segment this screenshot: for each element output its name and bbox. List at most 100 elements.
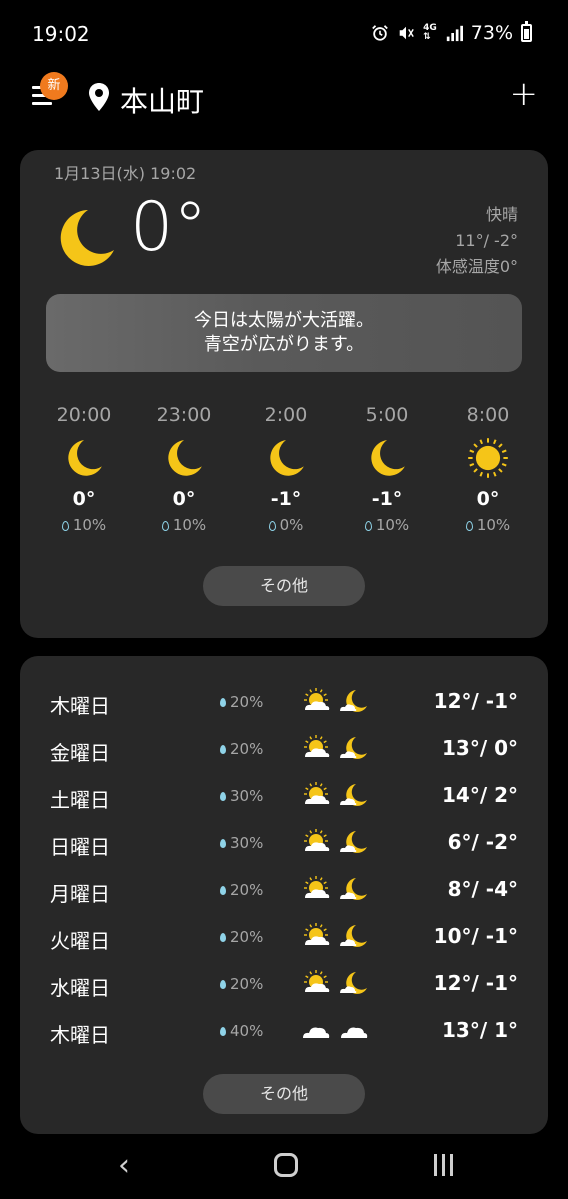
- moon-icon: [134, 434, 234, 482]
- moon-cloud-icon: [338, 686, 370, 720]
- hourly-forecast: 20:00 0° 10% 23:00 0° 10% 2:00 -1° 0% 5:00 -1° 10% 8…: [20, 404, 548, 544]
- battery-icon: [521, 21, 532, 42]
- daily-forecast-card: 木曜日 20% 12°/ -1° 金曜日 20% 13°/ 0° 土曜日 30% 14°/ 2°…: [20, 656, 548, 1134]
- sun-cloud-icon: [300, 780, 332, 814]
- raindrop-icon: [465, 521, 473, 531]
- daily-row[interactable]: 木曜日 40% 13°/ 1°: [20, 1013, 548, 1053]
- cloud-icon: [300, 1015, 332, 1049]
- moon-cloud-icon: [338, 921, 370, 955]
- daily-row[interactable]: 金曜日 20% 13°/ 0°: [20, 731, 548, 771]
- raindrop-icon: [220, 933, 226, 942]
- hourly-time: 5:00: [365, 404, 409, 426]
- network-type: 4G ⇅: [423, 23, 437, 42]
- daily-row[interactable]: 日曜日 30% 6°/ -2°: [20, 825, 548, 865]
- daily-precip: 30%: [220, 834, 263, 852]
- hourly-item: 5:00 -1° 10%: [337, 404, 437, 534]
- daily-day: 木曜日: [50, 1023, 110, 1047]
- daily-precip: 20%: [220, 881, 263, 899]
- hourly-precip: 10%: [134, 516, 234, 534]
- hourly-time: 2:00: [264, 404, 308, 426]
- raindrop-icon: [364, 521, 372, 531]
- moon-icon: [60, 210, 114, 266]
- sun-cloud-icon: [300, 968, 332, 1002]
- raindrop-icon: [220, 745, 226, 754]
- new-badge: 新: [40, 72, 68, 100]
- hourly-temp: -1°: [270, 488, 302, 510]
- more-button[interactable]: その他: [203, 566, 365, 606]
- weather-message: 今日は太陽が大活躍。 青空が広がります。: [46, 294, 522, 372]
- raindrop-icon: [161, 521, 169, 531]
- daily-temps: 13°/ 1°: [441, 1018, 518, 1042]
- raindrop-icon: [220, 698, 226, 707]
- sun-cloud-icon: [300, 686, 332, 720]
- mute-icon: [399, 26, 414, 40]
- current-temperature: 0°: [130, 188, 208, 267]
- recent-apps-icon[interactable]: [434, 1154, 453, 1176]
- navigation-bar: ‹: [0, 1134, 568, 1199]
- moon-cloud-icon: [338, 780, 370, 814]
- raindrop-icon: [220, 886, 226, 895]
- cloud-icon: [338, 1015, 370, 1049]
- back-icon[interactable]: ‹: [118, 1148, 130, 1183]
- home-icon[interactable]: [274, 1153, 298, 1177]
- daily-row[interactable]: 土曜日 30% 14°/ 2°: [20, 778, 548, 818]
- daily-temps: 6°/ -2°: [447, 830, 518, 854]
- app-header: 新 本山町 +: [0, 64, 568, 134]
- daily-day: 火曜日: [50, 929, 110, 953]
- moon-icon: [34, 434, 134, 482]
- sun-cloud-icon: [300, 921, 332, 955]
- daily-precip: 20%: [220, 975, 263, 993]
- daily-row[interactable]: 水曜日 20% 12°/ -1°: [20, 966, 548, 1006]
- location-pin-icon: [89, 83, 109, 111]
- hourly-time: 23:00: [156, 404, 212, 426]
- status-bar: 19:02 4G ⇅ 73%: [0, 0, 568, 64]
- current-weather-card: 1月13日(水) 19:02 0° 快晴 11°/ -2° 体感温度0° 今日は…: [20, 150, 548, 638]
- condition-text: 快晴: [485, 205, 518, 224]
- battery-percent: 73%: [470, 22, 513, 44]
- hourly-temp: 0°: [172, 488, 196, 510]
- add-location-button[interactable]: +: [510, 74, 539, 114]
- location-name[interactable]: 本山町: [120, 80, 204, 120]
- hourly-precip: 10%: [34, 516, 134, 534]
- daily-row[interactable]: 木曜日 20% 12°/ -1°: [20, 684, 548, 724]
- raindrop-icon: [220, 980, 226, 989]
- daily-precip: 20%: [220, 928, 263, 946]
- signal-icon: [446, 25, 463, 42]
- raindrop-icon: [61, 521, 69, 531]
- alarm-icon: [372, 25, 388, 41]
- daily-row[interactable]: 火曜日 20% 10°/ -1°: [20, 919, 548, 959]
- daily-precip: 20%: [220, 740, 263, 758]
- daily-temps: 14°/ 2°: [441, 783, 518, 807]
- daily-row[interactable]: 月曜日 20% 8°/ -4°: [20, 872, 548, 912]
- feels-like-text: 体感温度0°: [435, 257, 518, 276]
- hourly-precip: 10%: [438, 516, 538, 534]
- current-conditions: 快晴 11°/ -2° 体感温度0°: [436, 202, 518, 280]
- sun-icon: [438, 434, 538, 482]
- daily-temps: 10°/ -1°: [433, 924, 518, 948]
- moon-cloud-icon: [338, 733, 370, 767]
- hourly-temp: -1°: [371, 488, 403, 510]
- raindrop-icon: [220, 839, 226, 848]
- daily-day: 日曜日: [50, 835, 110, 859]
- daily-day: 土曜日: [50, 788, 110, 812]
- raindrop-icon: [268, 521, 276, 531]
- daily-temps: 8°/ -4°: [447, 877, 518, 901]
- moon-icon: [236, 434, 336, 482]
- hourly-time: 8:00: [466, 404, 510, 426]
- raindrop-icon: [220, 792, 226, 801]
- daily-day: 水曜日: [50, 976, 110, 1000]
- daily-day: 金曜日: [50, 741, 110, 765]
- daily-more-button[interactable]: その他: [203, 1074, 365, 1114]
- moon-cloud-icon: [338, 874, 370, 908]
- hourly-item: 23:00 0° 10%: [134, 404, 234, 534]
- daily-day: 月曜日: [50, 882, 110, 906]
- hourly-time: 20:00: [56, 404, 112, 426]
- status-icons: 4G ⇅ 73%: [371, 21, 532, 44]
- sun-cloud-icon: [300, 827, 332, 861]
- hourly-item: 2:00 -1° 0%: [236, 404, 336, 534]
- status-time: 19:02: [32, 22, 90, 46]
- daily-precip: 30%: [220, 787, 263, 805]
- daily-temps: 12°/ -1°: [433, 689, 518, 713]
- raindrop-icon: [220, 1027, 226, 1036]
- daily-day: 木曜日: [50, 694, 110, 718]
